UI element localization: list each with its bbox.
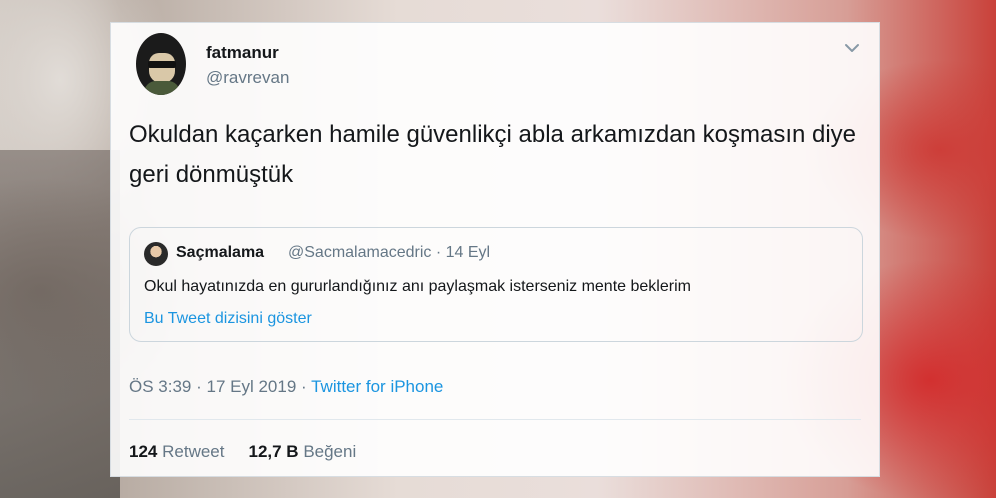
like-label: Beğeni	[303, 442, 357, 461]
user-handle[interactable]: @ravrevan	[206, 68, 289, 88]
avatar[interactable]	[136, 33, 186, 95]
display-name[interactable]: fatmanur	[206, 43, 279, 63]
tweet-stats: 124 Retweet 12,7 B Beğeni	[129, 442, 356, 462]
tweet-meta: ÖS 3:39 · 17 Eyl 2019 · Twitter for iPho…	[129, 377, 444, 396]
like-stat[interactable]: 12,7 B Beğeni	[248, 442, 356, 461]
retweet-count: 124	[129, 442, 158, 461]
quoted-handle: @Sacmalamacedric	[288, 244, 432, 261]
background-shadow	[0, 150, 120, 498]
quoted-tweet[interactable]: Saçmalama @Sacmalamacedric · 14 Eyl Okul…	[129, 227, 863, 342]
show-thread-link[interactable]: Bu Tweet dizisini göster	[144, 310, 312, 328]
chevron-down-icon[interactable]	[843, 41, 861, 53]
quoted-handle-date: @Sacmalamacedric · 14 Eyl	[288, 244, 491, 261]
quoted-avatar[interactable]	[144, 242, 168, 266]
retweet-label: Retweet	[162, 442, 225, 461]
divider	[129, 419, 861, 420]
avatar-glasses	[148, 61, 176, 68]
tweet-card: fatmanur @ravrevan Okuldan kaçarken hami…	[110, 22, 880, 477]
tweet-source-link[interactable]: Twitter for iPhone	[311, 377, 443, 396]
tweet-text: Okuldan kaçarken hamile güvenlikçi abla …	[129, 121, 857, 188]
tweet-time[interactable]: ÖS 3:39	[129, 377, 191, 396]
quoted-text: Okul hayatınızda en gururlandığınız anı …	[144, 278, 691, 295]
avatar-face	[149, 53, 175, 83]
retweet-stat[interactable]: 124 Retweet	[129, 442, 224, 461]
like-count: 12,7 B	[248, 442, 299, 461]
quoted-display-name: Saçmalama	[176, 244, 265, 261]
tweet-date[interactable]: 17 Eyl 2019	[206, 377, 296, 396]
avatar-body	[144, 81, 180, 95]
quoted-date: 14 Eyl	[445, 244, 491, 261]
